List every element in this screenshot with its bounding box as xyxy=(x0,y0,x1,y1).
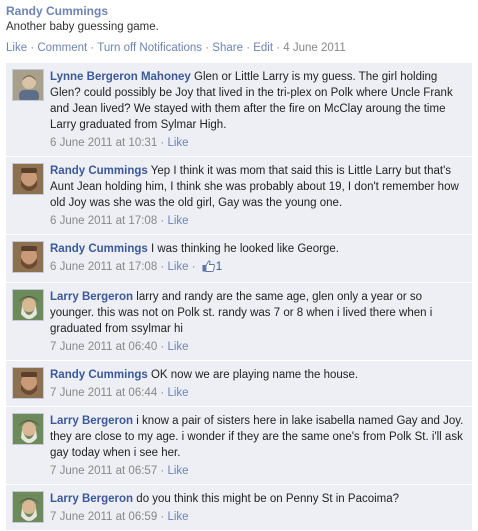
comment-text: do you think this might be on Penny St i… xyxy=(136,493,400,505)
comment-like-link[interactable]: Like xyxy=(167,341,188,353)
comment-link[interactable]: Comment xyxy=(37,42,87,54)
post-text: Another baby guessing game. xyxy=(6,21,159,33)
comment-body: Larry Bergeron larry and randy are the s… xyxy=(50,289,466,355)
comment-like-link[interactable]: Like xyxy=(167,215,188,227)
comment-body: Randy Cummings I was thinking he looked … xyxy=(50,241,466,277)
avatar-photo xyxy=(13,492,43,522)
comment-timestamp[interactable]: 7 June 2011 at 06:57 xyxy=(50,465,157,477)
comment: Larry Bergeron i know a pair of sisters … xyxy=(6,407,472,485)
comment-author[interactable]: Randy Cummings xyxy=(50,243,148,255)
post: Randy Cummings Another baby guessing gam… xyxy=(0,0,478,55)
comment-like-link[interactable]: Like xyxy=(167,261,188,273)
avatar[interactable] xyxy=(12,163,44,195)
comment-meta: 6 June 2011 at 17:08 · Like · 1 xyxy=(50,259,466,277)
comment-text: OK now we are playing name the house. xyxy=(150,369,359,381)
thumbs-up-icon[interactable] xyxy=(202,260,215,277)
comment-list: Lynne Bergeron Mahoney Glen or Little La… xyxy=(6,63,472,531)
comment-timestamp[interactable]: 7 June 2011 at 06:40 xyxy=(50,341,157,353)
avatar[interactable] xyxy=(12,367,44,399)
comment-author[interactable]: Randy Cummings xyxy=(50,369,148,381)
comment-author[interactable]: Larry Bergeron xyxy=(50,493,133,505)
turn-off-notifications-link[interactable]: Turn off Notifications xyxy=(97,42,202,54)
avatar-photo xyxy=(13,164,43,194)
avatar-photo xyxy=(13,414,43,444)
comment-like-link[interactable]: Like xyxy=(167,511,188,523)
like-count[interactable]: 1 xyxy=(216,261,222,273)
comment-meta: 7 June 2011 at 06:40 · Like xyxy=(50,341,189,353)
comment-meta: 7 June 2011 at 06:44 · Like xyxy=(50,387,189,399)
comment-timestamp[interactable]: 6 June 2011 at 17:08 xyxy=(50,215,157,227)
comment-timestamp[interactable]: 6 June 2011 at 10:31 xyxy=(50,137,157,149)
post-date: 4 June 2011 xyxy=(283,42,346,54)
comment: Larry Bergeron larry and randy are the s… xyxy=(6,283,472,361)
avatar[interactable] xyxy=(12,69,44,101)
comment-author[interactable]: Randy Cummings xyxy=(50,165,148,177)
comment-body: Larry Bergeron do you think this might b… xyxy=(50,491,466,525)
comment-meta: 7 June 2011 at 06:57 · Like xyxy=(50,465,189,477)
comment-body: Randy Cummings OK now we are playing nam… xyxy=(50,367,466,401)
comment-author[interactable]: Larry Bergeron xyxy=(50,415,133,427)
avatar-photo xyxy=(13,70,43,100)
comment-author[interactable]: Larry Bergeron xyxy=(50,291,133,303)
comment-meta: 6 June 2011 at 17:08 · Like xyxy=(50,215,189,227)
avatar-photo xyxy=(13,368,43,398)
comment-body: Lynne Bergeron Mahoney Glen or Little La… xyxy=(50,69,466,151)
avatar[interactable] xyxy=(12,413,44,445)
post-actions: Like · Comment · Turn off Notifications … xyxy=(6,42,346,54)
comment-text: I was thinking he looked like George. xyxy=(150,243,339,255)
comment: Randy Cummings Yep I think it was mom th… xyxy=(6,157,472,235)
comment-body: Larry Bergeron i know a pair of sisters … xyxy=(50,413,466,479)
comment-meta: 7 June 2011 at 06:59 · Like xyxy=(50,511,189,523)
avatar[interactable] xyxy=(12,241,44,273)
comment: Larry Bergeron do you think this might b… xyxy=(6,485,472,531)
avatar-photo xyxy=(13,290,43,320)
comment-like-link[interactable]: Like xyxy=(167,137,188,149)
avatar[interactable] xyxy=(12,289,44,321)
comment-meta: 6 June 2011 at 10:31 · Like xyxy=(50,137,189,149)
comment-body: Randy Cummings Yep I think it was mom th… xyxy=(50,163,466,229)
avatar-photo xyxy=(13,242,43,272)
comment-timestamp[interactable]: 7 June 2011 at 06:44 xyxy=(50,387,157,399)
post-author[interactable]: Randy Cummings xyxy=(6,4,472,18)
edit-link[interactable]: Edit xyxy=(253,42,273,54)
comment: Randy Cummings OK now we are playing nam… xyxy=(6,361,472,407)
share-link[interactable]: Share xyxy=(212,42,243,54)
comment-author[interactable]: Lynne Bergeron Mahoney xyxy=(50,71,191,83)
comment-timestamp[interactable]: 6 June 2011 at 17:08 xyxy=(50,261,157,273)
like-link[interactable]: Like xyxy=(6,42,27,54)
comment-timestamp[interactable]: 7 June 2011 at 06:59 xyxy=(50,511,157,523)
avatar[interactable] xyxy=(12,491,44,523)
comment: Lynne Bergeron Mahoney Glen or Little La… xyxy=(6,63,472,157)
comment-like-link[interactable]: Like xyxy=(167,465,188,477)
comment-like-link[interactable]: Like xyxy=(167,387,188,399)
comment: Randy Cummings I was thinking he looked … xyxy=(6,235,472,283)
